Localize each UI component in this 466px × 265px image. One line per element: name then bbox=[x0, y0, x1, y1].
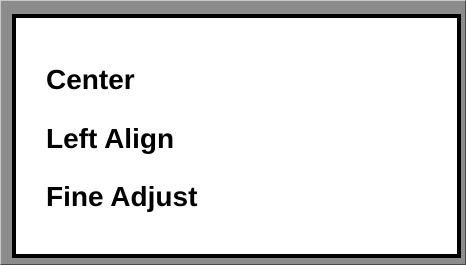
menu-item-fine-adjust[interactable]: Fine Adjust bbox=[46, 181, 197, 213]
device-frame: Center Left Align Fine Adjust bbox=[0, 0, 466, 265]
menu-item-center[interactable]: Center bbox=[46, 64, 135, 96]
menu-panel: Center Left Align Fine Adjust bbox=[12, 14, 461, 258]
menu-item-left-align[interactable]: Left Align bbox=[46, 123, 174, 155]
